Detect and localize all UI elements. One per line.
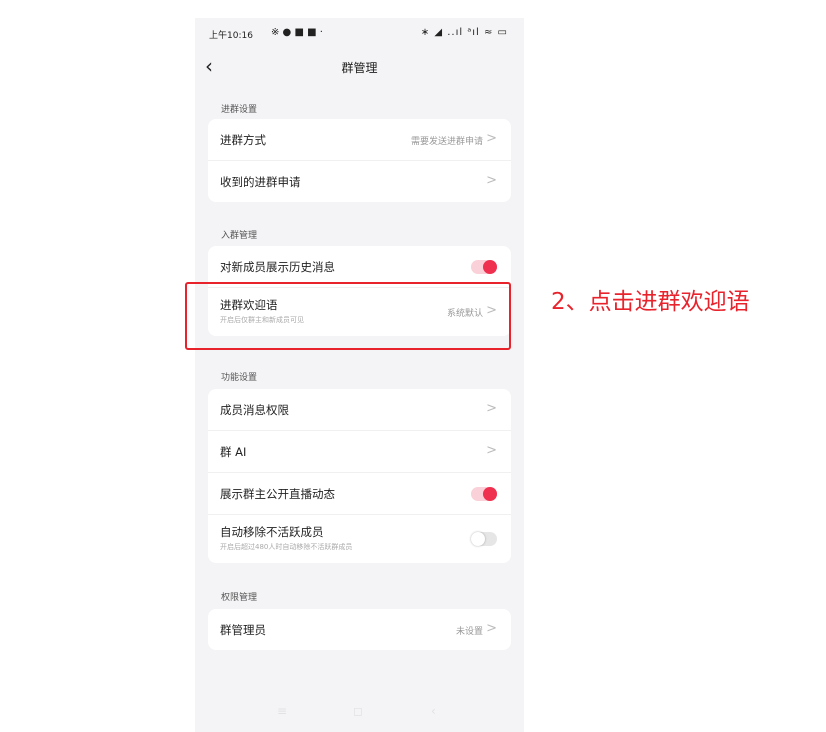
auto-remove-toggle[interactable] [471, 532, 497, 546]
show-history-toggle[interactable] [471, 260, 497, 274]
section-title-entry: 入群管理 [221, 231, 258, 241]
menu-icon[interactable]: ≡ [277, 704, 287, 718]
chevron-right-icon: > [486, 173, 497, 188]
notification-icons: ※ ● ■ ■ · [271, 27, 323, 38]
toggle-knob [483, 487, 497, 501]
card-feature-settings: 成员消息权限 > 群 AI > 展示群主公开直播动态 自动移除不活跃成员 开启后… [208, 389, 511, 563]
phone-screen: 上午10:16 ※ ● ■ ■ · ∗ ◢ ..ıl ᵃıl ≈ ▭ ‹ 群管理… [195, 18, 524, 732]
card-join-settings: 进群方式 需要发送进群申请 > 收到的进群申请 > [208, 119, 511, 202]
status-bar: 上午10:16 ※ ● ■ ■ · ∗ ◢ ..ıl ᵃıl ≈ ▭ [209, 26, 508, 44]
row-received-requests[interactable]: 收到的进群申请 > [208, 161, 511, 202]
chevron-right-icon: > [486, 621, 497, 636]
row-member-permissions[interactable]: 成员消息权限 > [208, 389, 511, 431]
show-live-toggle[interactable] [471, 487, 497, 501]
section-title-join: 进群设置 [221, 105, 258, 115]
card-permissions: 群管理员 未设置 > [208, 609, 511, 650]
nav-back-icon[interactable]: ‹ [431, 704, 436, 718]
join-method-label: 进群方式 [220, 133, 266, 147]
section-title-features: 功能设置 [221, 373, 258, 383]
auto-remove-label: 自动移除不活跃成员 [220, 525, 324, 539]
row-join-method[interactable]: 进群方式 需要发送进群申请 > [208, 119, 511, 161]
join-method-value: 需要发送进群申请 [410, 137, 483, 147]
title-bar: ‹ 群管理 [195, 56, 524, 86]
member-permissions-label: 成员消息权限 [220, 403, 289, 417]
status-time: 上午10:16 [209, 31, 253, 41]
chevron-right-icon: > [486, 131, 497, 146]
show-history-label: 对新成员展示历史消息 [220, 260, 335, 274]
home-icon[interactable]: ◻ [353, 704, 363, 718]
signal-battery-icons: ∗ ◢ ..ıl ᵃıl ≈ ▭ [420, 27, 508, 38]
instruction-annotation: 2、点击进群欢迎语 [551, 289, 750, 315]
system-nav-bar: ≡ ◻ ‹ [195, 704, 524, 722]
received-requests-label: 收到的进群申请 [220, 175, 301, 189]
auto-remove-subtitle: 开启后超过480人时自动移除不活跃群成员 [220, 543, 353, 551]
row-show-live: 展示群主公开直播动态 [208, 473, 511, 515]
section-title-permissions: 权限管理 [221, 593, 258, 603]
page-title: 群管理 [341, 61, 378, 75]
admins-value: 未设置 [455, 627, 483, 637]
group-ai-label: 群 AI [220, 445, 247, 459]
admins-label: 群管理员 [220, 623, 266, 637]
row-group-ai[interactable]: 群 AI > [208, 431, 511, 473]
show-live-label: 展示群主公开直播动态 [220, 487, 335, 501]
chevron-right-icon: > [486, 443, 497, 458]
chevron-right-icon: > [486, 401, 497, 416]
row-group-admins[interactable]: 群管理员 未设置 > [208, 609, 511, 650]
row-auto-remove: 自动移除不活跃成员 开启后超过480人时自动移除不活跃群成员 [208, 515, 511, 563]
highlight-box [185, 282, 511, 350]
toggle-knob [483, 260, 497, 274]
toggle-knob [471, 532, 485, 546]
